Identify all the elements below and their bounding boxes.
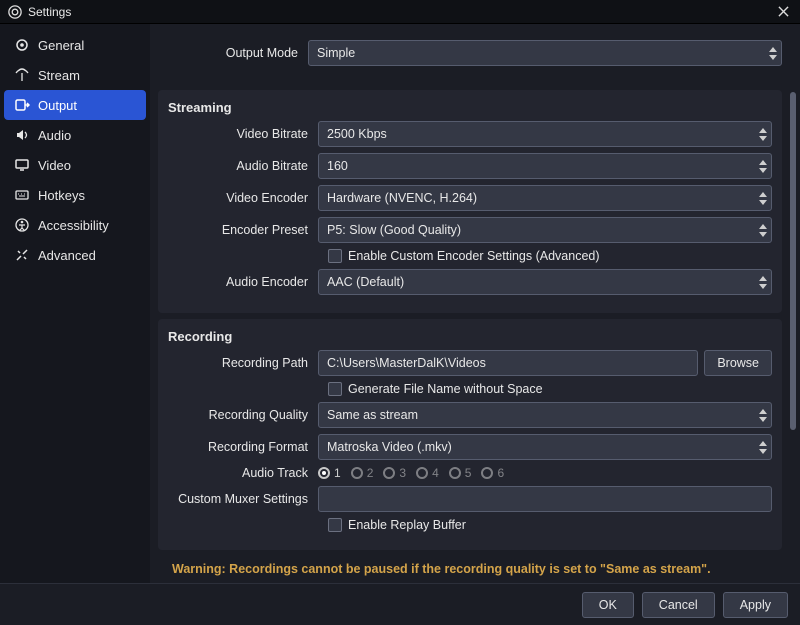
cancel-button[interactable]: Cancel	[642, 592, 715, 618]
sidebar-item-label: Output	[38, 98, 77, 113]
ok-button[interactable]: OK	[582, 592, 634, 618]
window-title: Settings	[28, 5, 71, 19]
browse-button[interactable]: Browse	[704, 350, 772, 376]
recording-format-label: Recording Format	[168, 440, 318, 454]
audio-bitrate-label: Audio Bitrate	[168, 159, 318, 173]
scrollbar-thumb[interactable]	[790, 92, 796, 430]
enable-custom-encoder-label: Enable Custom Encoder Settings (Advanced…	[348, 249, 600, 263]
encoder-preset-select[interactable]: P5: Slow (Good Quality)	[318, 217, 772, 243]
audio-encoder-label: Audio Encoder	[168, 275, 318, 289]
sidebar-item-accessibility[interactable]: Accessibility	[4, 210, 146, 240]
video-bitrate-input[interactable]: 2500 Kbps	[318, 121, 772, 147]
sidebar-item-label: Stream	[38, 68, 80, 83]
recording-section: Recording Recording Path C:\Users\Master…	[158, 319, 782, 550]
antenna-icon	[14, 67, 30, 83]
sidebar-item-label: Advanced	[38, 248, 96, 263]
sidebar-item-hotkeys[interactable]: Hotkeys	[4, 180, 146, 210]
chevron-updown-icon	[756, 437, 769, 457]
audio-track-radio-4[interactable]	[416, 467, 428, 479]
custom-muxer-input[interactable]	[318, 486, 772, 512]
footer: OK Cancel Apply	[0, 583, 800, 625]
enable-custom-encoder-checkbox[interactable]	[328, 249, 342, 263]
warning-text: Warning: Recordings cannot be paused if …	[158, 556, 782, 582]
audio-track-radio-6[interactable]	[481, 467, 493, 479]
recording-path-input[interactable]: C:\Users\MasterDalK\Videos	[318, 350, 698, 376]
monitor-icon	[14, 157, 30, 173]
gear-icon	[14, 37, 30, 53]
chevron-updown-icon	[756, 188, 769, 208]
audio-track-radio-3[interactable]	[383, 467, 395, 479]
enable-replay-buffer-checkbox[interactable]	[328, 518, 342, 532]
sidebar-item-stream[interactable]: Stream	[4, 60, 146, 90]
obs-logo-icon	[8, 5, 22, 19]
sidebar-item-general[interactable]: General	[4, 30, 146, 60]
audio-bitrate-select[interactable]: 160	[318, 153, 772, 179]
custom-muxer-label: Custom Muxer Settings	[168, 492, 318, 506]
audio-track-label: Audio Track	[168, 466, 318, 480]
scrollbar[interactable]	[790, 92, 796, 575]
close-icon[interactable]	[774, 3, 792, 21]
content-panel: Output Mode Simple Streaming Vid	[150, 24, 800, 583]
enable-replay-buffer-label: Enable Replay Buffer	[348, 518, 466, 532]
output-mode-label: Output Mode	[158, 46, 308, 60]
sidebar-item-advanced[interactable]: Advanced	[4, 240, 146, 270]
sidebar-item-label: Accessibility	[38, 218, 109, 233]
streaming-title: Streaming	[168, 100, 772, 115]
titlebar: Settings	[0, 0, 800, 24]
sidebar-item-label: General	[38, 38, 84, 53]
chevron-updown-icon	[756, 220, 769, 240]
generate-filename-label: Generate File Name without Space	[348, 382, 543, 396]
output-mode-select[interactable]: Simple	[308, 40, 782, 66]
output-icon	[14, 97, 30, 113]
keyboard-icon	[14, 187, 30, 203]
generate-filename-checkbox[interactable]	[328, 382, 342, 396]
accessibility-icon	[14, 217, 30, 233]
tools-icon	[14, 247, 30, 263]
chevron-updown-icon	[756, 405, 769, 425]
sidebar-item-label: Hotkeys	[38, 188, 85, 203]
recording-format-select[interactable]: Matroska Video (.mkv)	[318, 434, 772, 460]
chevron-updown-icon	[756, 156, 769, 176]
chevron-updown-icon	[756, 272, 769, 292]
sidebar-item-video[interactable]: Video	[4, 150, 146, 180]
sidebar-item-label: Video	[38, 158, 71, 173]
video-encoder-select[interactable]: Hardware (NVENC, H.264)	[318, 185, 772, 211]
speaker-icon	[14, 127, 30, 143]
sidebar-item-output[interactable]: Output	[4, 90, 146, 120]
audio-encoder-select[interactable]: AAC (Default)	[318, 269, 772, 295]
spinner-icon[interactable]	[756, 124, 769, 144]
recording-title: Recording	[168, 329, 772, 344]
sidebar-item-audio[interactable]: Audio	[4, 120, 146, 150]
chevron-updown-icon	[766, 43, 779, 63]
video-bitrate-label: Video Bitrate	[168, 127, 318, 141]
recording-quality-select[interactable]: Same as stream	[318, 402, 772, 428]
recording-path-label: Recording Path	[168, 356, 318, 370]
audio-track-radio-5[interactable]	[449, 467, 461, 479]
encoder-preset-label: Encoder Preset	[168, 223, 318, 237]
streaming-section: Streaming Video Bitrate 2500 Kbps Audio …	[158, 90, 782, 313]
video-encoder-label: Video Encoder	[168, 191, 318, 205]
audio-track-group: 1 2 3 4 5 6	[318, 466, 772, 480]
sidebar-item-label: Audio	[38, 128, 71, 143]
apply-button[interactable]: Apply	[723, 592, 788, 618]
sidebar: General Stream Output Audio Video Hotkey…	[0, 24, 150, 583]
audio-track-radio-1[interactable]	[318, 467, 330, 479]
recording-quality-label: Recording Quality	[168, 408, 318, 422]
audio-track-radio-2[interactable]	[351, 467, 363, 479]
